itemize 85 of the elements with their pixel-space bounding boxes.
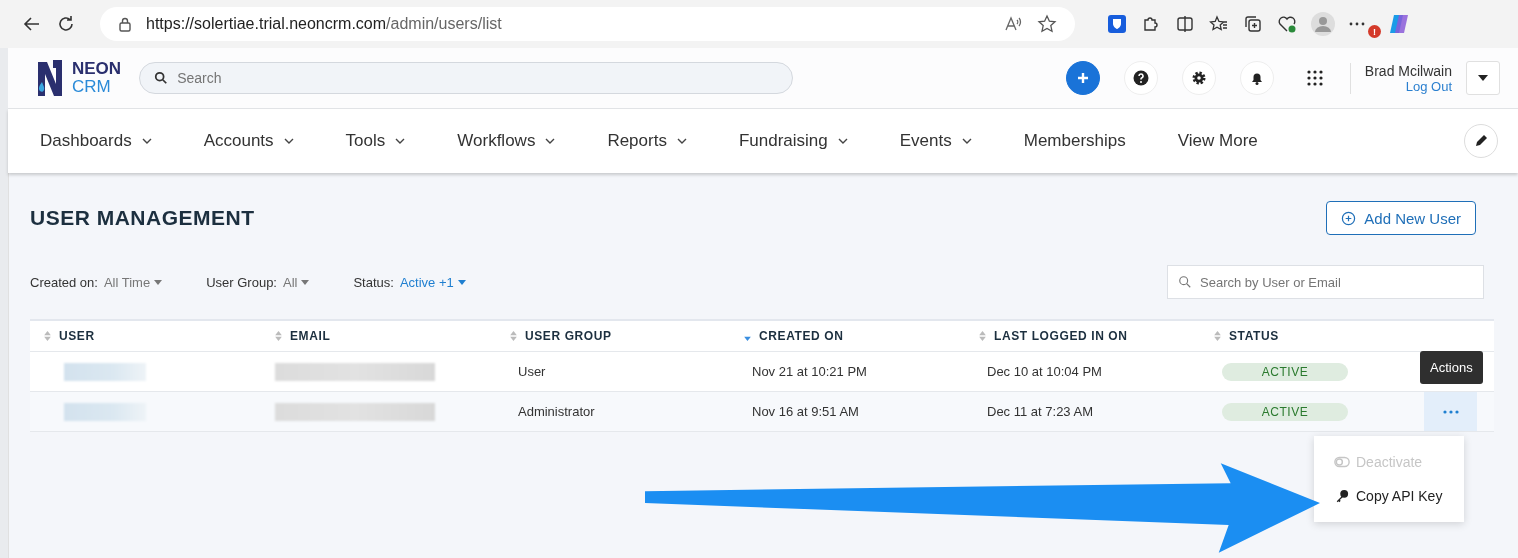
puzzle-icon[interactable] bbox=[1141, 14, 1161, 34]
logo-text: NEON bbox=[72, 60, 122, 78]
help-icon bbox=[1132, 70, 1149, 86]
chevron-icon bbox=[395, 138, 406, 144]
sort-icon bbox=[510, 331, 517, 341]
table-cell: Administrator bbox=[518, 404, 595, 419]
shield-icon[interactable] bbox=[1107, 14, 1127, 34]
chevron-icon bbox=[837, 138, 848, 144]
column-header[interactable]: USER GROUP bbox=[496, 329, 730, 343]
user-name: Brad Mcilwain bbox=[1364, 62, 1452, 79]
tooltip: Actions bbox=[1420, 351, 1483, 384]
nav-menu-item[interactable]: Memberships bbox=[1023, 131, 1126, 151]
help-button[interactable] bbox=[1123, 61, 1158, 95]
nav-menu-item[interactable]: Workflows bbox=[457, 131, 556, 151]
filter-dropdown[interactable]: All bbox=[283, 274, 310, 290]
user-search-field[interactable]: Search by User or Email bbox=[1167, 265, 1484, 299]
caret-icon bbox=[301, 279, 310, 285]
add-button[interactable] bbox=[1065, 61, 1100, 95]
search-icon bbox=[154, 71, 169, 85]
column-header[interactable]: EMAIL bbox=[261, 329, 496, 343]
sort-icon bbox=[275, 331, 282, 341]
avatar-icon[interactable] bbox=[1311, 12, 1335, 36]
page-title: USER MANAGEMENT bbox=[30, 206, 255, 230]
split-screen-icon[interactable] bbox=[1175, 14, 1195, 34]
filter-label: Created on: bbox=[30, 274, 98, 290]
nav-menu-item[interactable]: Fundraising bbox=[738, 131, 848, 151]
logo-text: CRM bbox=[72, 78, 112, 96]
chevron-icon bbox=[961, 138, 972, 144]
user-menu-button[interactable] bbox=[1466, 61, 1500, 95]
nav-menu-item[interactable]: Dashboards bbox=[40, 131, 152, 151]
filter-label: User Group: bbox=[206, 274, 277, 290]
search-icon bbox=[1178, 275, 1192, 289]
nav-menu-item[interactable]: Reports bbox=[607, 131, 687, 151]
plus-circle-icon bbox=[1341, 210, 1357, 226]
caret-icon bbox=[154, 279, 163, 285]
sort-icon bbox=[44, 331, 51, 341]
nav-menu-item[interactable]: Events bbox=[899, 131, 972, 151]
table-cell: Dec 11 at 7:23 AM bbox=[987, 404, 1093, 419]
add-new-user-button[interactable]: Add New User bbox=[1326, 201, 1476, 235]
chevron-icon bbox=[283, 138, 294, 144]
caret-icon bbox=[457, 279, 466, 285]
status-badge: ACTIVE bbox=[1222, 362, 1348, 381]
logout-link[interactable]: Log Out bbox=[1405, 78, 1452, 94]
filter-dropdown[interactable]: All Time bbox=[103, 274, 163, 290]
url-text: https://solertiae.trial.neoncrm.com/admin/users/list bbox=[146, 15, 502, 33]
nav-menu-item[interactable]: View More bbox=[1177, 131, 1258, 151]
column-header[interactable]: CREATED ON bbox=[730, 329, 965, 343]
column-header[interactable]: LAST LOGGED IN ON bbox=[965, 329, 1200, 343]
copilot-icon[interactable] bbox=[1387, 12, 1411, 36]
settings-icon bbox=[1190, 70, 1207, 86]
update-badge: ! bbox=[1368, 25, 1381, 38]
column-header[interactable]: STATUS bbox=[1200, 329, 1424, 343]
pencil-icon bbox=[1473, 133, 1489, 149]
table-cell: Nov 21 at 10:21 PM bbox=[752, 364, 867, 379]
status-badge: ACTIVE bbox=[1222, 402, 1348, 421]
table-cell: Nov 16 at 9:51 AM bbox=[752, 404, 859, 419]
nav-menu-item[interactable]: Tools bbox=[345, 131, 406, 151]
chevron-icon bbox=[141, 138, 152, 144]
reload-icon[interactable] bbox=[56, 14, 76, 34]
more-icon[interactable] bbox=[1349, 22, 1365, 26]
key-icon bbox=[1334, 489, 1350, 503]
table-cell: Dec 10 at 10:04 PM bbox=[987, 364, 1102, 379]
sort-icon bbox=[979, 331, 986, 341]
caret-icon bbox=[1478, 75, 1488, 81]
collections-icon[interactable] bbox=[1243, 14, 1263, 34]
chevron-icon bbox=[676, 138, 687, 144]
filter-label: Status: bbox=[353, 274, 394, 290]
filter-dropdown[interactable]: Active +1 bbox=[399, 274, 466, 290]
nav-menu-item[interactable]: Accounts bbox=[203, 131, 294, 151]
menu-item[interactable]: Copy API Key bbox=[1314, 482, 1464, 510]
settings-button[interactable] bbox=[1181, 61, 1216, 95]
favorites-icon[interactable] bbox=[1209, 14, 1229, 34]
chevron-icon bbox=[545, 138, 556, 144]
more-icon bbox=[1442, 409, 1459, 414]
table-cell: User bbox=[518, 364, 546, 379]
column-header[interactable]: USER bbox=[30, 329, 261, 343]
lock-icon bbox=[118, 16, 132, 32]
notifications-button[interactable] bbox=[1239, 61, 1274, 95]
sort-icon bbox=[1214, 331, 1221, 341]
health-icon[interactable] bbox=[1277, 14, 1297, 34]
toggle-icon bbox=[1334, 455, 1350, 469]
search-field[interactable]: Search bbox=[139, 62, 794, 94]
grid-icon bbox=[1306, 70, 1323, 86]
star-icon[interactable] bbox=[1037, 14, 1057, 34]
address-bar[interactable]: https://solertiae.trial.neoncrm.com/admin/users/list bbox=[100, 7, 1075, 41]
